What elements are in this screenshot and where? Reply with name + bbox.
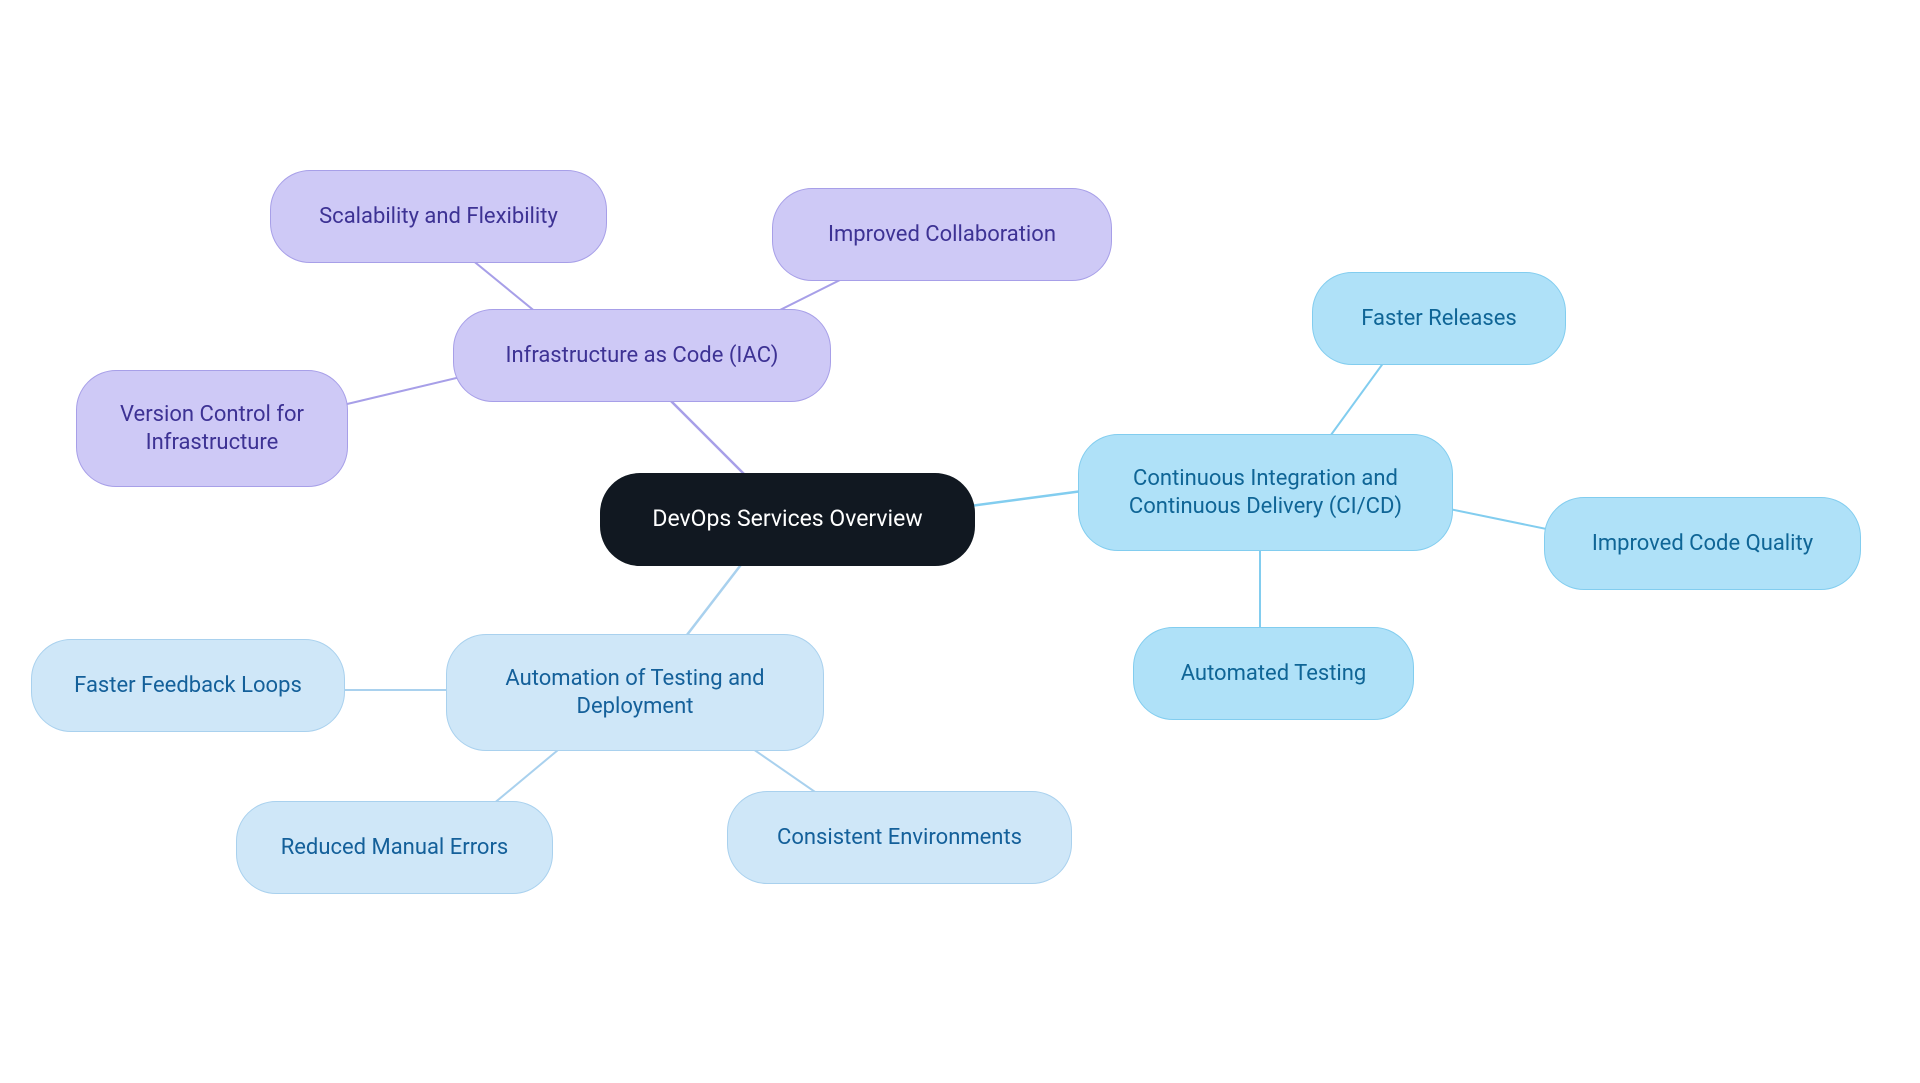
node-cicd[interactable]: Continuous Integration and Continuous De… <box>1078 434 1453 551</box>
node-manual-errors-label: Reduced Manual Errors <box>281 834 509 862</box>
node-code-quality-label: Improved Code Quality <box>1592 530 1813 558</box>
node-automated-testing[interactable]: Automated Testing <box>1133 627 1414 720</box>
node-faster-releases[interactable]: Faster Releases <box>1312 272 1566 365</box>
node-consistent-env-label: Consistent Environments <box>777 824 1022 852</box>
node-version-control-label: Version Control for Infrastructure <box>101 401 323 456</box>
node-manual-errors[interactable]: Reduced Manual Errors <box>236 801 553 894</box>
node-automation[interactable]: Automation of Testing and Deployment <box>446 634 824 751</box>
node-scalability-label: Scalability and Flexibility <box>319 203 558 231</box>
node-version-control[interactable]: Version Control for Infrastructure <box>76 370 348 487</box>
node-feedback-loops[interactable]: Faster Feedback Loops <box>31 639 345 732</box>
mindmap-canvas: DevOps Services Overview Infrastructure … <box>0 0 1920 1083</box>
node-iac[interactable]: Infrastructure as Code (IAC) <box>453 309 831 402</box>
node-automation-label: Automation of Testing and Deployment <box>471 665 799 720</box>
node-faster-releases-label: Faster Releases <box>1361 305 1516 333</box>
node-code-quality[interactable]: Improved Code Quality <box>1544 497 1861 590</box>
node-automated-testing-label: Automated Testing <box>1181 660 1367 688</box>
node-collaboration[interactable]: Improved Collaboration <box>772 188 1112 281</box>
node-iac-label: Infrastructure as Code (IAC) <box>506 342 779 370</box>
node-scalability[interactable]: Scalability and Flexibility <box>270 170 607 263</box>
node-center[interactable]: DevOps Services Overview <box>600 473 975 566</box>
node-collaboration-label: Improved Collaboration <box>828 221 1056 249</box>
node-center-label: DevOps Services Overview <box>652 505 922 534</box>
node-consistent-env[interactable]: Consistent Environments <box>727 791 1072 884</box>
node-cicd-label: Continuous Integration and Continuous De… <box>1103 465 1428 520</box>
node-feedback-loops-label: Faster Feedback Loops <box>74 672 302 700</box>
